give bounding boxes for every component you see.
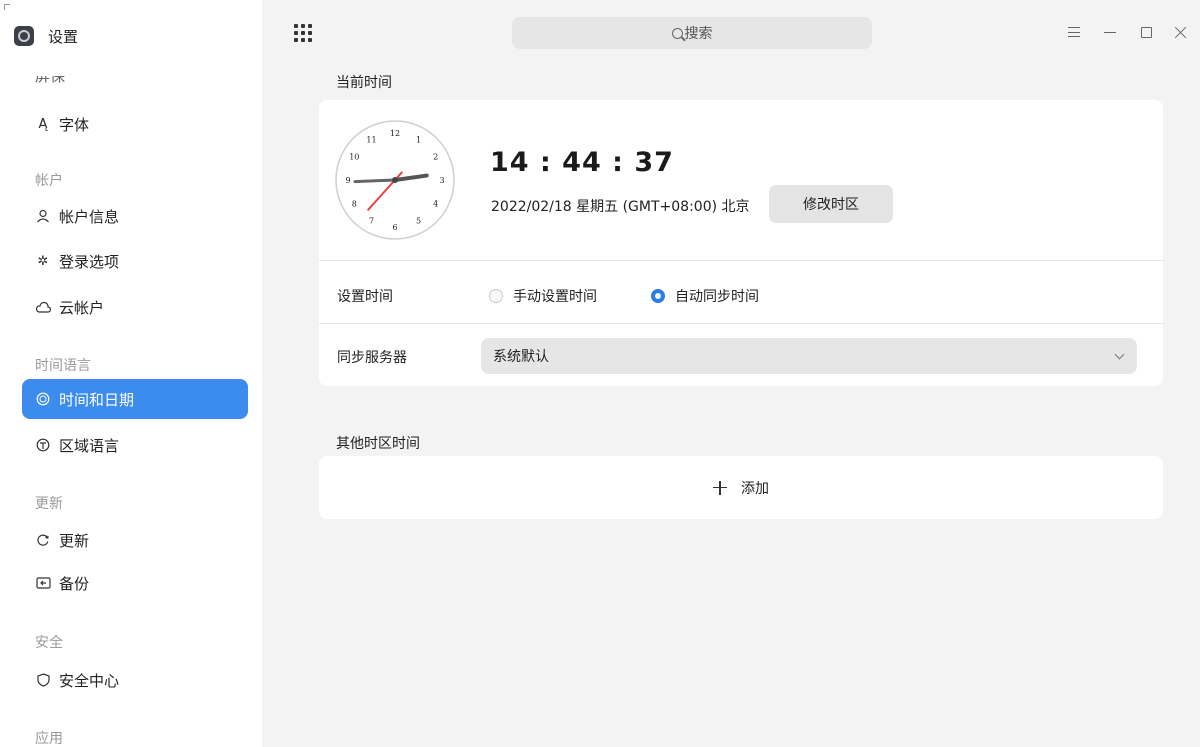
title-bar: 搜索: [262, 0, 1200, 58]
sidebar-item-cloud-account[interactable]: 云帐户: [22, 287, 248, 327]
clock-minute-hand: [353, 178, 397, 184]
manual-time-radio[interactable]: 手动设置时间: [489, 286, 597, 306]
clock-icon: [35, 391, 51, 407]
sidebar: 设置 屏保 Ą 字体 帐户 帐户信息 ✲ 登录选项: [0, 0, 262, 747]
add-label: 添加: [741, 480, 769, 497]
sync-server-label: 同步服务器: [337, 350, 407, 366]
app-header: 设置: [14, 22, 78, 50]
sidebar-item-update[interactable]: 更新: [22, 520, 248, 560]
window-corner-mark: [4, 4, 10, 10]
change-timezone-button[interactable]: 修改时区: [769, 185, 893, 223]
region-language-icon: [35, 437, 51, 453]
plus-icon: [713, 480, 727, 495]
login-options-icon: ✲: [37, 253, 49, 269]
sidebar-item-label: 安全中心: [59, 671, 120, 690]
sidebar-item-region-language[interactable]: 区域语言: [22, 425, 248, 465]
other-timezones-heading: 其他时区时间: [336, 436, 420, 452]
clock-number: 6: [392, 223, 397, 232]
maximize-icon[interactable]: [1136, 22, 1156, 42]
set-time-label: 设置时间: [337, 289, 393, 305]
date-timezone-text: 2022/02/18 星期五 (GMT+08:00) 北京: [491, 199, 750, 215]
sidebar-item-label: 字体: [59, 115, 90, 134]
settings-app-icon: [14, 26, 34, 46]
app-title: 设置: [48, 27, 79, 46]
clock-number: 10: [349, 153, 359, 162]
radio-unchecked-icon: [489, 289, 503, 303]
sidebar-group-apps: 应用: [35, 731, 63, 747]
update-icon: [35, 532, 51, 548]
current-time-display: 14 : 44 : 37: [490, 147, 674, 178]
current-time-card: 12 1 2 3 4 5 6 7 8 9 10 11 14 : 44 : 37 2022/02/18 …: [319, 100, 1163, 386]
divider: [319, 260, 1163, 261]
shield-icon: [35, 672, 51, 688]
radio-checked-icon: [651, 289, 665, 303]
settings-window: 设置 屏保 Ą 字体 帐户 帐户信息 ✲ 登录选项: [0, 0, 1200, 747]
app-grid-icon[interactable]: [294, 24, 312, 42]
sidebar-item-time-date[interactable]: 时间和日期: [22, 379, 248, 419]
clock-number: 7: [369, 217, 374, 226]
sidebar-group-security: 安全: [35, 635, 63, 651]
clock-number: 9: [345, 176, 350, 185]
auto-sync-radio[interactable]: 自动同步时间: [651, 286, 759, 306]
cloud-account-icon: [35, 299, 51, 315]
analog-clock-face: 121234567891011: [335, 120, 455, 240]
current-time-heading: 当前时间: [336, 75, 392, 91]
sync-server-value: 系统默认: [493, 349, 549, 365]
sidebar-item-login-options[interactable]: ✲ 登录选项: [22, 241, 248, 281]
sidebar-group-update: 更新: [35, 496, 63, 512]
sidebar-item-label: 云帐户: [59, 298, 105, 317]
sidebar-item-label: 备份: [59, 574, 90, 593]
sidebar-item-font[interactable]: Ą 字体: [22, 104, 248, 144]
backup-icon: [35, 575, 51, 591]
sidebar-group-account: 帐户: [35, 173, 63, 189]
user-icon: [35, 208, 51, 224]
manual-time-label: 手动设置时间: [513, 289, 597, 305]
add-timezone-button[interactable]: 添加: [319, 456, 1163, 519]
clock-number: 12: [390, 129, 400, 138]
sync-server-select[interactable]: 系统默认: [481, 338, 1137, 374]
clock-number: 8: [352, 200, 357, 209]
clock-number: 2: [433, 153, 438, 162]
minimize-icon[interactable]: [1100, 22, 1120, 42]
sidebar-item-backup[interactable]: 备份: [22, 563, 248, 603]
sidebar-group-time-language: 时间语言: [35, 358, 91, 374]
clock-number: 4: [433, 200, 438, 209]
sidebar-item-label: 登录选项: [59, 252, 120, 271]
menu-icon[interactable]: [1064, 22, 1084, 42]
font-icon: Ą: [38, 116, 48, 132]
search-icon: [671, 27, 683, 39]
sidebar-item-label: 更新: [59, 531, 90, 550]
sidebar-item-account-info[interactable]: 帐户信息: [22, 196, 248, 236]
close-icon[interactable]: [1170, 22, 1190, 42]
sidebar-item-label: 时间和日期: [59, 390, 135, 409]
auto-sync-label: 自动同步时间: [675, 289, 759, 305]
analog-clock: 12 1 2 3 4 5 6 7 8 9 10 11: [333, 118, 457, 242]
search-placeholder: 搜索: [684, 26, 713, 42]
divider: [319, 323, 1163, 324]
clock-number: 3: [439, 176, 444, 185]
sidebar-item-screensaver-partial[interactable]: 屏保: [35, 76, 65, 84]
sidebar-item-label: 帐户信息: [59, 207, 120, 226]
sidebar-item-label: 区域语言: [59, 436, 120, 455]
search-input[interactable]: 搜索: [512, 17, 872, 49]
chevron-down-icon: [1114, 349, 1125, 360]
clock-number: 11: [366, 135, 376, 144]
clock-number: 5: [416, 217, 421, 226]
sidebar-item-security-center[interactable]: 安全中心: [22, 660, 248, 700]
clock-number: 1: [416, 135, 421, 144]
